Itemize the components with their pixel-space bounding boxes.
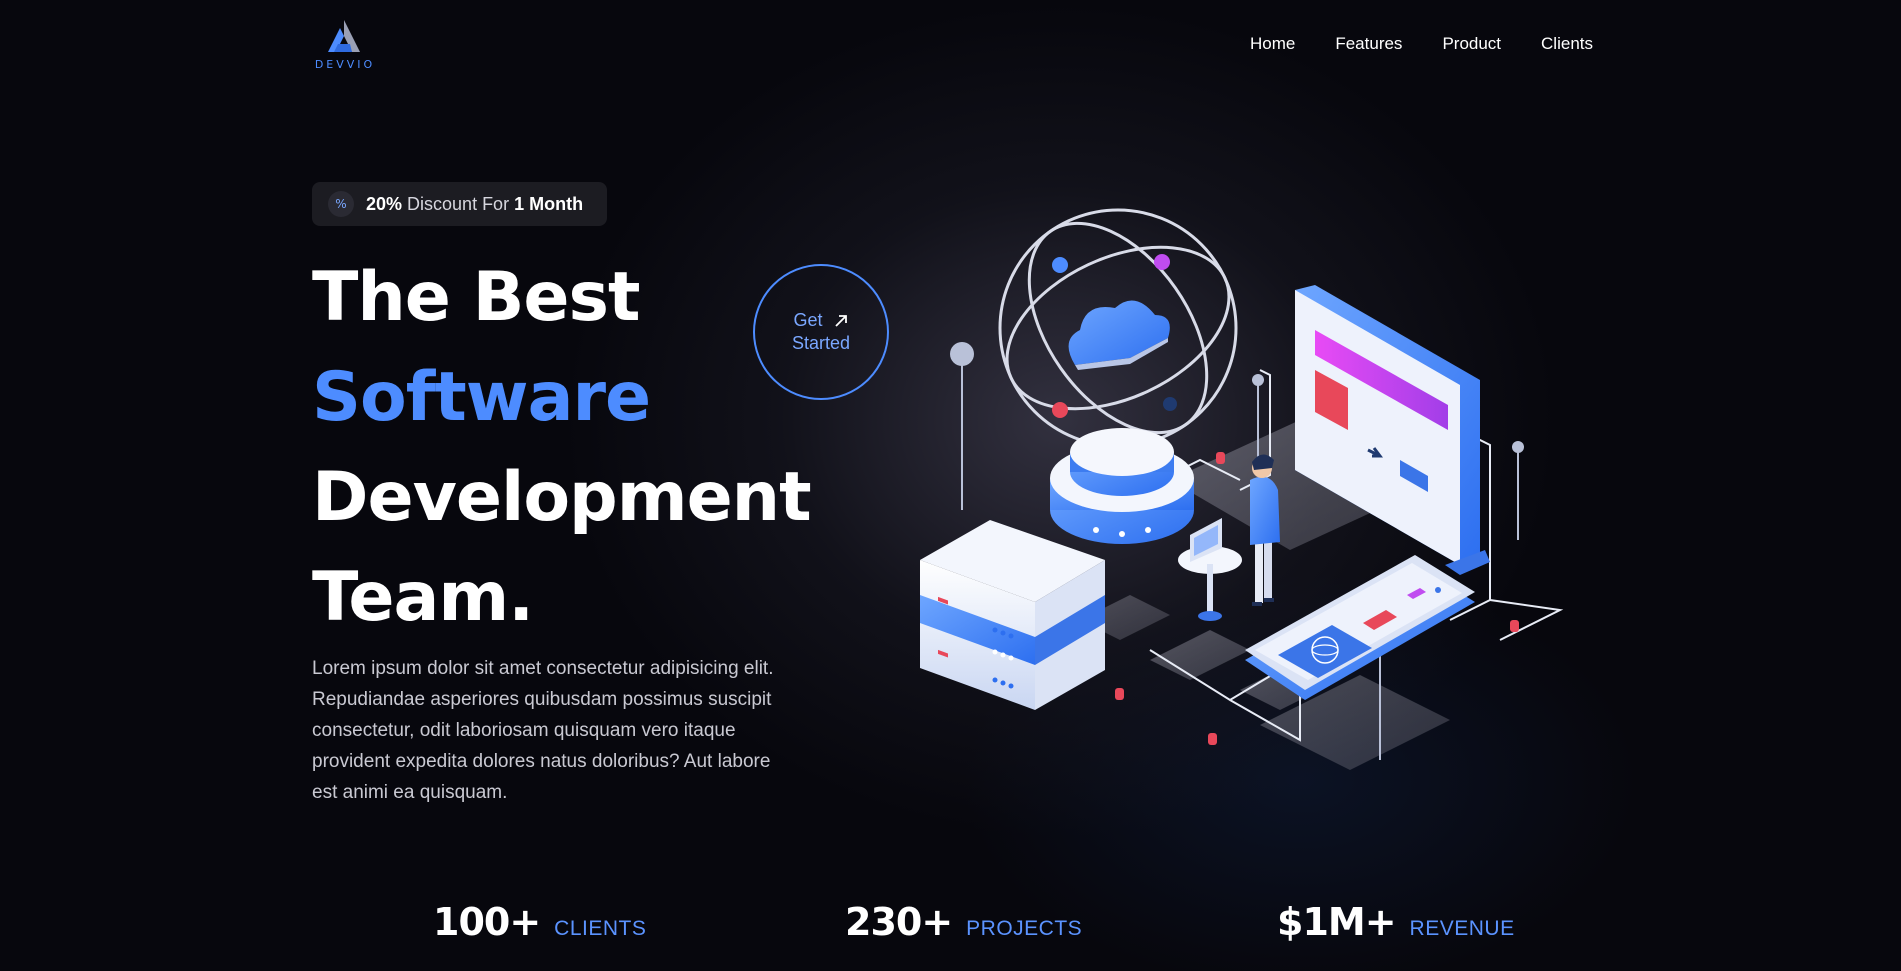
hero-title-line-1: The Best [312,258,641,337]
stat-revenue: $1M+ REVENUE [1277,900,1515,944]
top-navigation: DEVVIO Home Features Product Clients [0,0,1901,100]
hero-title-line-2: Software [312,358,651,437]
discount-duration: 1 Month [514,193,584,214]
server-stack [920,520,1105,710]
arrow-up-right-icon [834,314,847,327]
discount-middle: Discount For [402,193,515,214]
hero-title-line-3: Development [312,458,812,537]
stat-label: REVENUE [1409,917,1515,940]
cta-label-line-2: Started [791,333,851,353]
stat-number: 230+ [845,900,953,944]
brand-name: DEVVIO [314,58,376,71]
cloud-globe [998,208,1238,448]
discount-badge: % 20% Discount For 1 Month [312,182,607,226]
nav-link-home[interactable]: Home [1250,34,1295,54]
stat-projects: 230+ PROJECTS [845,900,1082,944]
nav-links: Home Features Product Clients [1210,34,1593,54]
hero-title: The Best Software Development Team. [312,248,812,648]
get-started-button[interactable]: Get Started [753,264,889,400]
pedestal [1050,428,1194,544]
stat-number: $1M+ [1277,900,1397,944]
brand-logo[interactable]: DEVVIO [312,18,378,74]
stats-bar: 100+ CLIENTS 230+ PROJECTS $1M+ REVENUE [0,900,1901,960]
nav-link-features[interactable]: Features [1335,34,1402,54]
stat-label: PROJECTS [966,917,1083,940]
cta-label-line-1: Get [793,310,823,330]
cta-row: Get [793,309,848,332]
stat-label: CLIENTS [554,917,647,940]
discount-text: 20% Discount For 1 Month [366,194,583,215]
percent-icon: % [328,191,354,217]
nav-link-product[interactable]: Product [1442,34,1501,54]
hero-title-line-4: Team. [312,558,534,637]
hero-description: Lorem ipsum dolor sit amet consectetur a… [312,658,774,803]
stat-number: 100+ [433,900,541,944]
discount-amount: 20% [366,193,403,214]
nav-link-clients[interactable]: Clients [1541,34,1593,54]
logo-mark-icon [328,20,360,52]
stat-clients: 100+ CLIENTS [433,900,646,944]
hero-illustration [920,208,1564,770]
floor-shadow-2 [1150,630,1250,680]
